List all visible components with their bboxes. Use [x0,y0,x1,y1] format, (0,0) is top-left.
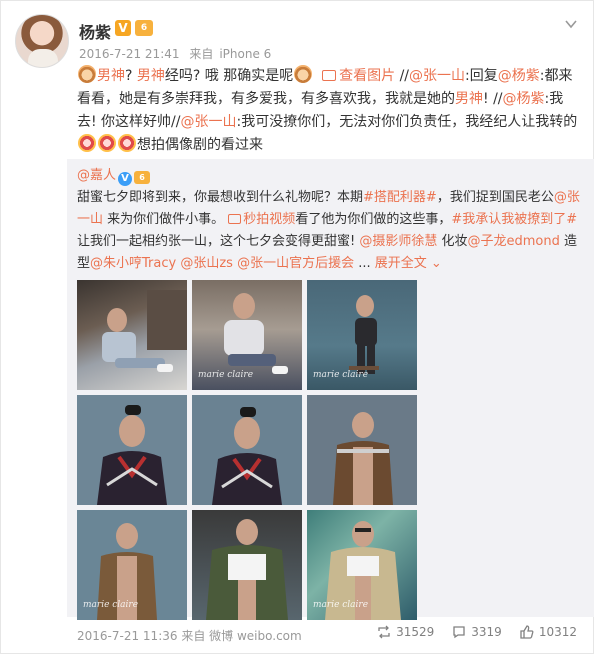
text-segment: 让我们一起相约张一山，这个七夕会变得更甜蜜! [77,234,360,249]
text-segment: 化妆 [437,234,468,249]
source-prefix: 来自 [181,629,206,643]
grid-image-8[interactable] [192,510,302,620]
expand-chevron-icon[interactable]: ⌄ [427,256,442,271]
text-segment: 想拍偶像剧的看过来 [137,137,263,153]
video-link[interactable]: 秒拍视频 [228,212,295,227]
avatar[interactable] [15,14,69,68]
watermark: marie claire [313,600,369,610]
post-timestamp[interactable]: 2016-7-21 21:41 [79,47,180,61]
repost-meta: 2016-7-21 11:36 来自 微博 weibo.com [77,627,302,644]
repost-source: 微博 weibo.com [209,629,302,643]
hashtag-link[interactable]: #搭配利器# [363,190,437,205]
grid-image-4[interactable] [77,395,187,505]
text-segment: :回复 [465,68,498,84]
mention-link[interactable]: @张一山 [409,68,465,84]
text-segment: 甜蜜七夕即将到来，你最想收到什么礼物呢？本期 [77,190,364,205]
source-prefix: 来自 [189,47,214,61]
comment-icon [453,626,465,639]
grid-image-2[interactable]: marie claire [192,280,302,390]
text-segment: 来为你们做件小事。 [103,212,225,227]
shy-emoji-icon [78,134,96,152]
grid-image-5[interactable] [192,395,302,505]
weibo-post: 杨紫 V 6 2016-7-21 21:41 来自 iPhone 6 男神? 男神… [0,0,594,654]
view-image-link[interactable]: 查看图片 [322,68,395,84]
hashtag-link[interactable]: #我承认我被撩到了# [451,212,577,227]
reposted-card: @嘉人 V 6 甜蜜七夕即将到来，你最想收到什么礼物呢？本期#搭配利器#，我们捉到国… [67,159,594,643]
repost-count: 31529 [396,625,435,639]
like-button[interactable]: 10312 [520,625,577,639]
verified-badge: V [115,20,131,36]
verified-blue-icon: V [118,172,133,186]
text-segment: :我可没撩你们，无法对你们负责任，我经纪人让我转的 [236,114,578,130]
text-segment: 看了他为你们做的这些事， [295,212,452,227]
hashtag-male-god-3[interactable]: 男神 [455,91,483,107]
post-meta: 2016-7-21 21:41 来自 iPhone 6 [79,45,277,62]
repost-actions: 31529 3319 10312 [377,625,577,639]
repost-footer: 2016-7-21 11:36 来自 微博 weibo.com 31529 33… [77,625,585,649]
post-text: 男神? 男神经吗? 哦 那确实是呢 查看图片 //@张一山:回复@杨紫:都来看看… [77,65,582,157]
shy-emoji-icon [118,134,136,152]
text-segment: ? [125,68,137,84]
post-source: iPhone 6 [219,47,272,61]
grid-image-9[interactable]: marie claire [307,510,417,620]
shy-emoji-icon [98,134,116,152]
face-emoji-icon [294,65,313,83]
expand-full-text[interactable]: 展开全文 [375,256,427,271]
like-count: 10312 [538,625,577,639]
mention-link[interactable]: @张一山 [181,114,237,130]
comment-count: 3319 [471,625,502,639]
hashtag-male-god-2[interactable]: 男神 [137,68,165,84]
watermark: marie claire [198,370,254,380]
watermark: marie claire [83,600,139,610]
level-badge: 6 [134,171,151,184]
level-badge: 6 [135,20,153,36]
grid-image-3[interactable]: marie claire [307,280,417,390]
text-segment: ! // [483,91,503,107]
mention-link[interactable]: @子龙edmond [468,234,560,249]
text-segment: 经吗? 哦 那确实是呢 [164,68,294,84]
chevron-down-icon[interactable] [564,17,578,31]
repost-icon [378,625,390,639]
text-segment: // [395,68,410,84]
mention-link[interactable]: @朱小哼Tracy [90,256,176,271]
video-icon [228,214,242,224]
watermark: marie claire [313,370,369,380]
text-segment: ，我们捉到国民老公 [436,190,554,205]
mention-link[interactable]: @张山zs [180,256,233,271]
repost-button[interactable]: 31529 [377,625,434,639]
mention-link[interactable]: @张一山官方后援会 [237,256,354,271]
text-segment: ... [354,256,375,271]
thumbs-up-icon [520,625,534,639]
image-icon [322,70,337,81]
comment-button[interactable]: 3319 [452,625,502,639]
grid-image-6[interactable] [307,395,417,505]
mention-link[interactable]: @杨紫 [498,68,540,84]
face-emoji-icon [78,65,96,83]
repost-author[interactable]: @嘉人 [77,168,116,183]
author-name[interactable]: 杨紫 [79,19,111,43]
grid-image-1[interactable] [77,280,187,390]
hashtag-male-god[interactable]: 男神 [97,68,125,84]
mention-link[interactable]: @摄影师徐慧 [359,234,437,249]
repost-timestamp[interactable]: 2016-7-21 11:36 [77,629,178,643]
repost-text: @嘉人 V 6 甜蜜七夕即将到来，你最想收到什么礼物呢？本期#搭配利器#，我们捉到国… [77,165,585,275]
mention-link[interactable]: @杨紫 [503,91,545,107]
grid-image-7[interactable]: marie claire [77,510,187,620]
